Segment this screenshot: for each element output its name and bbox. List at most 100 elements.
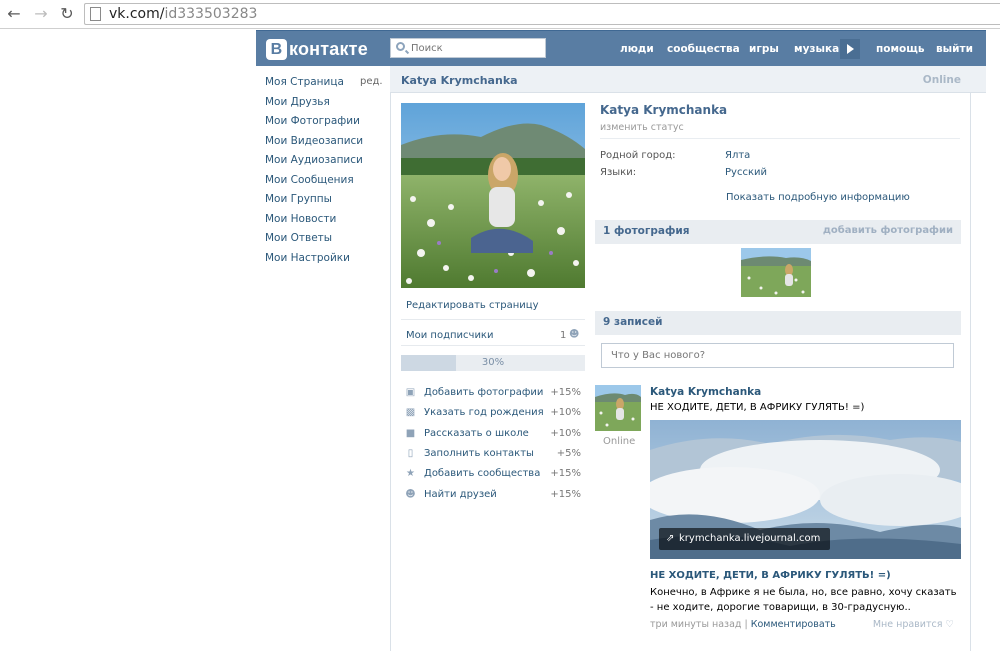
tip-value: +10%: [550, 407, 581, 418]
post-author-name[interactable]: Katya Krymchanka: [650, 386, 761, 398]
sidebar-item-answers[interactable]: Мои Ответы: [265, 231, 385, 251]
languages-value[interactable]: Русский: [725, 167, 767, 178]
address-bar[interactable]: vk.com/id333503283: [84, 3, 1000, 25]
sidebar-item-photos[interactable]: Мои Фотографии: [265, 114, 385, 134]
tip-find-friends[interactable]: ☻ Найти друзей +15%: [405, 488, 585, 504]
change-status-link[interactable]: изменить статус: [600, 122, 684, 133]
nav-help[interactable]: помощь: [876, 31, 925, 67]
tip-value: +15%: [550, 489, 581, 500]
profile-name: Katya Krymchanka: [600, 103, 728, 117]
hometown-label: Родной город:: [600, 150, 676, 161]
link-title[interactable]: НЕ ХОДИТЕ, ДЕТИ, В АФРИКУ ГУЛЯТЬ! =): [650, 570, 891, 581]
phone-icon: ▯: [407, 448, 414, 459]
tip-value: +10%: [550, 428, 581, 439]
people-icon: ☻: [405, 489, 416, 500]
nav-games[interactable]: игры: [749, 31, 779, 67]
star-icon: ★: [406, 468, 415, 479]
sidebar-item-settings[interactable]: Мои Настройки: [265, 251, 385, 271]
tip-school[interactable]: ■ Рассказать о школе +10%: [405, 427, 585, 443]
show-details-link[interactable]: Показать подробную информацию: [726, 192, 910, 203]
heart-icon: ♡: [945, 619, 954, 630]
languages-label: Языки:: [600, 167, 637, 178]
tip-label: Рассказать о школе: [424, 428, 529, 439]
sidebar-item-videos[interactable]: Мои Видеозаписи: [265, 134, 385, 154]
hometown-value[interactable]: Ялта: [725, 150, 750, 161]
comment-link[interactable]: Комментировать: [751, 619, 836, 630]
like-label: Мне нравится: [872, 619, 943, 630]
sidebar-item-groups[interactable]: Мои Группы: [265, 192, 385, 212]
sidebar-item-news[interactable]: Мои Новости: [265, 212, 385, 232]
site-header: Вконтакте люди сообщества игры музыка по…: [256, 30, 986, 66]
search-box[interactable]: [390, 38, 546, 58]
tip-contacts[interactable]: ▯ Заполнить контакты +5%: [405, 447, 585, 463]
like-button[interactable]: Мне нравится ♡: [873, 619, 954, 630]
divider: [401, 319, 585, 320]
new-post-input[interactable]: [602, 344, 953, 367]
reload-icon[interactable]: ↻: [57, 4, 77, 24]
tip-birth-year[interactable]: ▩ Указать год рождения +10%: [405, 406, 585, 422]
profile-header: Katya Krymchanka Online: [390, 66, 986, 93]
content-right-border: [970, 92, 971, 651]
link-source-text: krymchanka.livejournal.com: [679, 533, 821, 544]
logo-text: контакте: [289, 38, 368, 59]
link-source-badge[interactable]: ⇗ krymchanka.livejournal.com: [659, 528, 831, 550]
post-link-image[interactable]: ⇗ krymchanka.livejournal.com: [650, 420, 961, 559]
forward-arrow-icon[interactable]: →: [31, 4, 51, 24]
tip-value: +15%: [550, 387, 581, 398]
search-input[interactable]: [411, 40, 541, 56]
nav-logout[interactable]: выйти: [936, 31, 973, 67]
url-domain: vk.com/: [109, 6, 165, 22]
nav-communities[interactable]: сообщества: [667, 31, 740, 67]
content-left-border: [390, 66, 391, 651]
wall-header: 9 записей: [595, 311, 961, 335]
tip-label: Добавить сообщества: [424, 468, 541, 479]
browser-toolbar: ← → ↻ vk.com/id333503283: [0, 0, 1000, 29]
nav-people[interactable]: люди: [620, 31, 654, 67]
post-text: НЕ ХОДИТЕ, ДЕТИ, В АФРИКУ ГУЛЯТЬ! =): [650, 402, 865, 413]
progress-percent: 30%: [481, 357, 505, 368]
tip-label: Заполнить контакты: [424, 448, 534, 459]
sidebar-menu: Моя Страница Мои Друзья Мои Фотографии М…: [265, 75, 385, 270]
photos-title[interactable]: 1 фотография: [603, 225, 690, 237]
tip-add-photos[interactable]: ▣ Добавить фотографии +15%: [405, 386, 585, 402]
new-post-box[interactable]: [601, 343, 954, 368]
edit-page-link[interactable]: Редактировать страницу: [406, 300, 539, 311]
search-icon: [396, 42, 405, 51]
vk-logo[interactable]: Вконтакте: [266, 37, 368, 61]
divider: [401, 345, 585, 346]
tip-label: Найти друзей: [424, 489, 497, 500]
camera-icon: ▣: [405, 387, 416, 398]
play-icon[interactable]: [840, 39, 860, 59]
tip-label: Указать год рождения: [424, 407, 544, 418]
profile-header-name: Katya Krymchanka: [401, 74, 518, 87]
profile-progress-bar: 30%: [401, 355, 585, 371]
address-text: vk.com/id333503283: [109, 6, 257, 22]
wall-title[interactable]: 9 записей: [603, 316, 662, 328]
meta-separator: |: [744, 619, 748, 630]
post-meta: три минуты назад | Комментировать: [650, 619, 836, 630]
online-status: Online: [922, 74, 961, 86]
tip-value: +5%: [556, 448, 581, 459]
add-photos-link[interactable]: добавить фотографии: [823, 225, 953, 236]
school-icon: ■: [405, 428, 416, 439]
edit-link[interactable]: ред.: [360, 76, 383, 87]
tip-communities[interactable]: ★ Добавить сообщества +15%: [405, 467, 585, 483]
subscribers-count: 1: [560, 330, 567, 341]
subscribers-link[interactable]: Мои подписчики: [406, 330, 493, 341]
nav-music[interactable]: музыка: [794, 31, 839, 67]
page-icon: [90, 7, 101, 21]
divider: [600, 138, 960, 139]
gift-icon: ▩: [405, 407, 416, 418]
logo-letter: В: [266, 38, 287, 60]
post-author-online: Online: [603, 436, 636, 447]
sidebar-item-messages[interactable]: Мои Сообщения: [265, 173, 385, 193]
post-author-avatar[interactable]: [595, 385, 641, 431]
profile-photo[interactable]: [401, 103, 585, 288]
link-arrow-icon: ⇗: [666, 533, 675, 544]
photo-thumbnail[interactable]: [741, 248, 811, 297]
sidebar-item-audio[interactable]: Мои Аудиозаписи: [265, 153, 385, 173]
sidebar-item-friends[interactable]: Мои Друзья: [265, 95, 385, 115]
post-time[interactable]: три минуты назад: [650, 619, 741, 630]
link-description: Конечно, в Африке я не была, но, все рав…: [650, 587, 957, 613]
back-arrow-icon[interactable]: ←: [4, 4, 24, 24]
